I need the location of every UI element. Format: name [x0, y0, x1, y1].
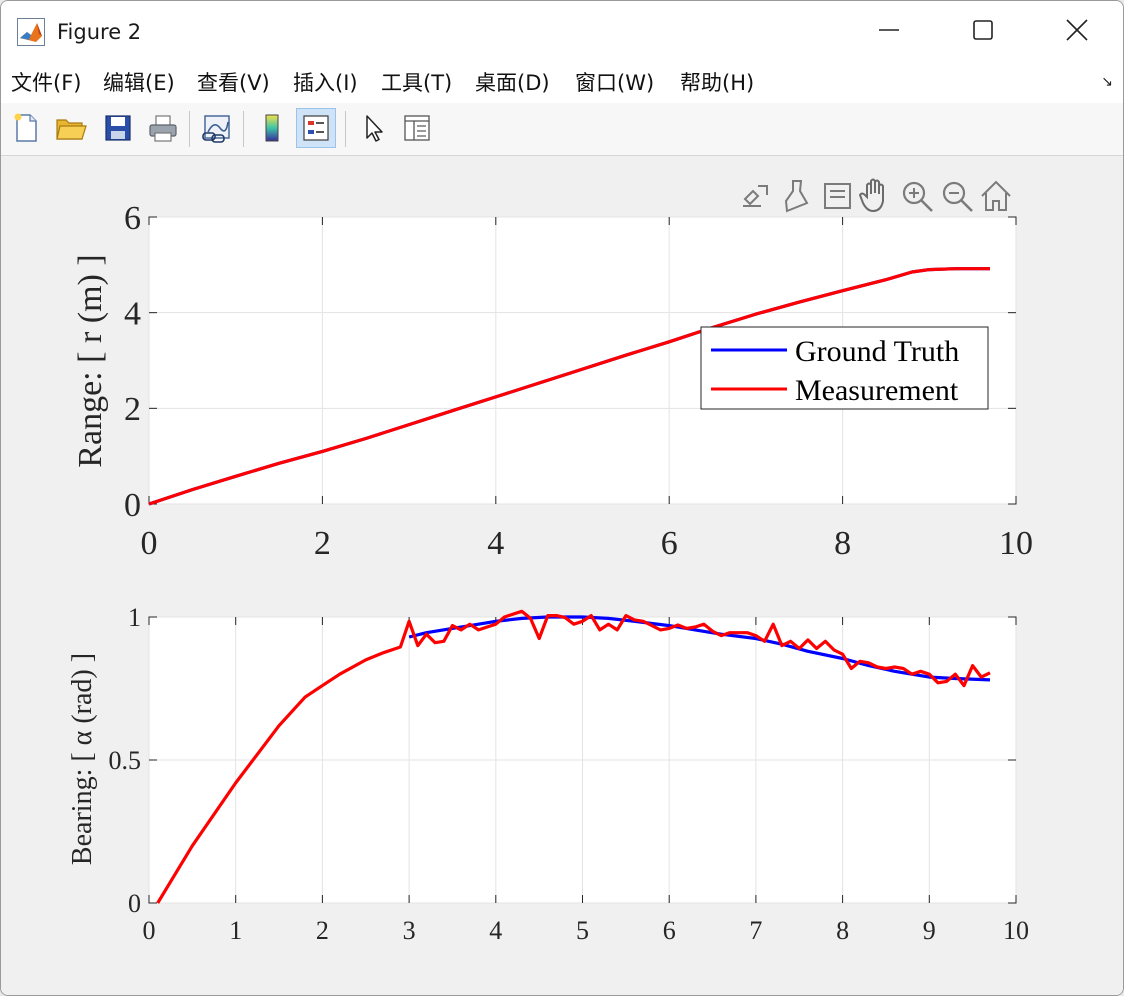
property-inspector-icon — [404, 115, 430, 141]
y-tick-label: 0 — [124, 487, 141, 524]
x-tick-label: 5 — [576, 916, 589, 945]
print-button[interactable] — [143, 108, 183, 148]
zoom-out-icon — [942, 181, 973, 212]
insert-colorbar-button[interactable] — [252, 108, 292, 148]
new-file-icon — [14, 113, 37, 142]
colorbar-icon — [265, 114, 279, 142]
export-button[interactable] — [743, 185, 768, 207]
range-axes[interactable]: 0 2 4 6 8 10 0 2 4 6 Range: [ r (m) ] Ground Trut… — [72, 200, 1033, 562]
save-button[interactable] — [98, 108, 138, 148]
link-plot-button[interactable] — [197, 108, 237, 148]
open-button[interactable] — [51, 108, 91, 148]
y-tick-label: 0.5 — [109, 746, 142, 775]
close-button[interactable] — [1031, 1, 1123, 59]
x-tick-label: 0 — [141, 525, 158, 562]
open-folder-icon — [56, 119, 87, 140]
brush-icon — [784, 180, 809, 213]
home-icon — [981, 180, 1011, 211]
x-tick-label: 8 — [834, 525, 851, 562]
brush-button[interactable] — [784, 180, 809, 213]
insert-legend-button[interactable] — [296, 108, 336, 148]
menu-window[interactable]: 窗口(W) — [575, 67, 654, 97]
menu-bar: 文件(F) 编辑(E) 查看(V) 插入(I) 工具(T) 桌面(D) 窗口(W… — [1, 59, 1123, 103]
y-tick-label: 2 — [124, 391, 141, 428]
x-tick-label: 6 — [663, 916, 676, 945]
y-tick-label: 4 — [124, 296, 141, 333]
bearing-ylabel: Bearing: [ α (rad) ] — [67, 653, 98, 865]
x-tick-label: 0 — [143, 916, 156, 945]
menu-insert[interactable]: 插入(I) — [293, 67, 358, 97]
axes-toolbar — [743, 178, 1011, 213]
minimize-button[interactable] — [843, 1, 935, 59]
maximize-icon — [973, 20, 993, 40]
legend-icon — [303, 115, 329, 141]
menu-desktop[interactable]: 桌面(D) — [475, 67, 550, 97]
figure-svg: 0 2 4 6 8 100246 Range: [ r (m) ] Ground Trut… — [67, 178, 1033, 945]
printer-icon — [149, 115, 177, 142]
menu-overflow-arrow-icon[interactable]: ↘ — [1101, 73, 1113, 90]
menu-help[interactable]: 帮助(H) — [680, 67, 754, 97]
legend-label-measurement: Measurement — [795, 374, 959, 407]
save-disk-icon — [105, 115, 131, 141]
x-tick-label: 10 — [1003, 916, 1029, 945]
new-figure-button[interactable] — [6, 108, 46, 148]
restore-view-button[interactable] — [981, 180, 1011, 211]
menu-view[interactable]: 查看(V) — [197, 67, 270, 97]
pan-button[interactable] — [858, 178, 884, 213]
menu-tools[interactable]: 工具(T) — [381, 67, 452, 97]
toolbar — [1, 103, 1123, 156]
x-tick-label: 3 — [403, 916, 416, 945]
zoom-in-icon — [902, 181, 933, 212]
title-bar: Figure 2 — [1, 1, 1123, 59]
export-icon — [743, 185, 768, 207]
x-tick-label: 2 — [314, 525, 331, 562]
property-inspector-button[interactable] — [397, 108, 437, 148]
x-tick-label: 4 — [487, 525, 504, 562]
close-icon — [1066, 19, 1088, 41]
pointer-arrow-icon — [366, 115, 383, 142]
minimize-icon — [879, 29, 899, 31]
legend[interactable]: Ground Truth Measurement — [700, 326, 989, 410]
edit-plot-button[interactable] — [353, 108, 393, 148]
zoom-in-button[interactable] — [902, 181, 933, 212]
link-plot-icon — [202, 115, 230, 143]
bearing-axes[interactable]: 0 1 2 3 4 5 6 7 8 9 10 0 0.5 1 Bearing: [ α (rad) ] — [67, 603, 1029, 945]
x-tick-label: 7 — [749, 916, 762, 945]
matlab-logo-icon — [17, 18, 45, 46]
datatip-button[interactable] — [824, 183, 851, 209]
figure-window: Figure 2 文件(F) 编辑(E) 查看(V) 插入(I) 工具(T) 桌… — [0, 0, 1124, 996]
x-tick-label: 9 — [923, 916, 936, 945]
x-tick-label: 10 — [999, 525, 1033, 562]
range-ylabel: Range: [ r (m) ] — [72, 254, 109, 467]
window-title: Figure 2 — [57, 20, 142, 44]
x-tick-label: 8 — [836, 916, 849, 945]
x-tick-label: 6 — [661, 525, 678, 562]
y-tick-label: 1 — [128, 603, 141, 632]
y-tick-label: 6 — [124, 200, 141, 237]
menu-file[interactable]: 文件(F) — [11, 67, 81, 97]
pan-hand-icon — [858, 178, 884, 213]
x-tick-label: 4 — [489, 916, 502, 945]
maximize-button[interactable] — [937, 1, 1029, 59]
x-tick-label: 1 — [229, 916, 242, 945]
y-tick-label: 0 — [128, 889, 141, 918]
x-tick-label: 2 — [316, 916, 329, 945]
figure-canvas: 0 2 4 6 8 10 0 2 4 6 Range: [ r (m) ] Ground Trut… — [1, 156, 1123, 995]
legend-label-ground-truth: Ground Truth — [795, 335, 959, 368]
menu-edit[interactable]: 编辑(E) — [103, 67, 175, 97]
datatip-icon — [824, 183, 851, 209]
zoom-out-button[interactable] — [942, 181, 973, 212]
